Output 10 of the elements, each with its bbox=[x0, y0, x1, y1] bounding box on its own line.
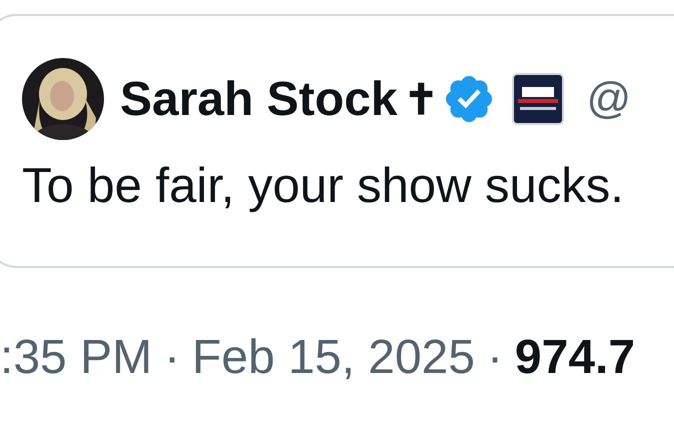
separator-dot: · bbox=[164, 330, 180, 385]
author-name[interactable]: Sarah Stock bbox=[120, 72, 398, 126]
author-handle[interactable]: @ bbox=[586, 74, 632, 124]
separator-dot: · bbox=[486, 330, 503, 385]
post-date[interactable]: Feb 15, 2025 bbox=[192, 330, 475, 385]
post-time[interactable]: :35 PM bbox=[0, 330, 152, 385]
post-text: To be fair, your show sucks. bbox=[22, 158, 625, 214]
cross-emoji: ✝ bbox=[403, 74, 438, 124]
view-count: 974.7 bbox=[514, 330, 636, 385]
quoted-post-card[interactable]: Sarah Stock✝ @ To be fair, your show sucks. bbox=[0, 14, 674, 268]
